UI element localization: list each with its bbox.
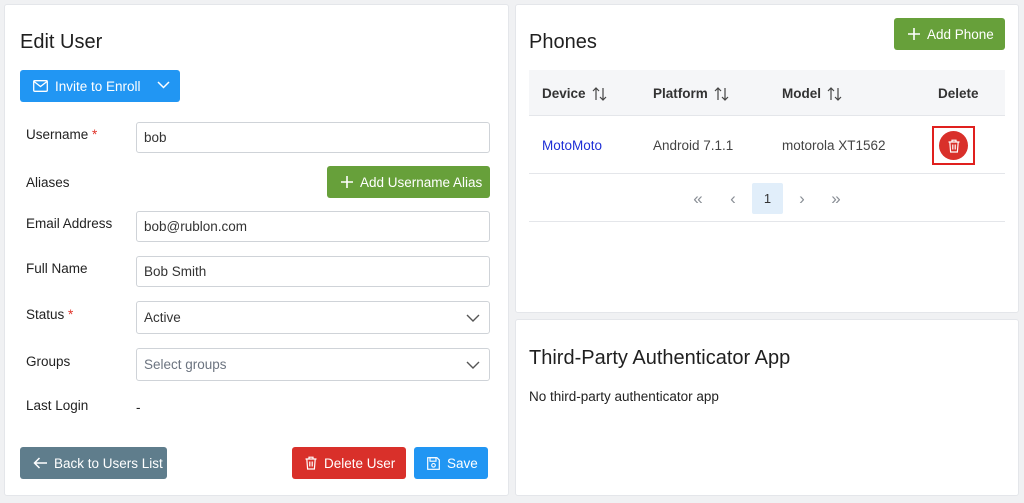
required-marker: * [92, 127, 98, 142]
save-button[interactable]: Save [414, 447, 488, 479]
groups-label: Groups [26, 354, 71, 369]
column-header-model[interactable]: Model [782, 86, 842, 101]
delete-user-button[interactable]: Delete User [292, 447, 406, 479]
status-select[interactable]: Active [136, 301, 490, 334]
envelope-icon [33, 80, 48, 92]
platform-cell: Android 7.1.1 [653, 138, 734, 153]
arrow-left-icon [33, 457, 48, 469]
invite-to-enroll-button[interactable]: Invite to Enroll [20, 70, 180, 102]
column-header-device[interactable]: Device [542, 86, 607, 101]
divider [529, 221, 1005, 222]
sort-icon [714, 86, 729, 101]
plus-icon [340, 175, 354, 189]
phones-title: Phones [529, 31, 597, 53]
last-login-value: - [136, 400, 141, 415]
phones-panel: Phones Add Phone Device Platform Model D… [515, 4, 1019, 313]
third-party-empty-text: No third-party authenticator app [529, 389, 719, 404]
plus-icon [907, 27, 921, 41]
username-label: Username * [26, 127, 98, 142]
save-icon [427, 456, 440, 470]
column-header-platform[interactable]: Platform [653, 86, 729, 101]
column-header-delete: Delete [938, 86, 979, 101]
pagination-page-1[interactable]: 1 [752, 183, 783, 214]
edit-user-panel: Edit User Invite to Enroll Username * bo… [4, 4, 509, 496]
sort-icon [827, 86, 842, 101]
add-username-alias-label: Add Username Alias [360, 174, 483, 190]
third-party-title: Third-Party Authenticator App [529, 347, 791, 369]
email-label: Email Address [26, 216, 113, 231]
status-label: Status * [26, 307, 74, 322]
third-party-panel: Third-Party Authenticator App No third-p… [515, 319, 1019, 496]
back-to-users-list-label: Back to Users List [54, 455, 163, 471]
delete-user-label: Delete User [324, 455, 396, 471]
pagination-last[interactable]: » [822, 184, 850, 214]
add-phone-button[interactable]: Add Phone [894, 18, 1005, 50]
pagination-prev[interactable]: ‹ [719, 184, 747, 214]
pagination-first[interactable]: « [684, 184, 712, 214]
groups-select[interactable]: Select groups [136, 348, 490, 381]
last-login-label: Last Login [26, 398, 89, 413]
trash-icon [305, 456, 317, 470]
sort-icon [592, 86, 607, 101]
fullname-field[interactable]: Bob Smith [136, 256, 490, 287]
back-to-users-list-button[interactable]: Back to Users List [20, 447, 167, 479]
chevron-down-icon [466, 310, 480, 325]
device-link[interactable]: MotoMoto [542, 138, 602, 153]
add-phone-label: Add Phone [927, 26, 994, 42]
model-cell: motorola XT1562 [782, 138, 886, 153]
save-label: Save [447, 455, 478, 471]
trash-icon [948, 139, 960, 153]
add-username-alias-button[interactable]: Add Username Alias [327, 166, 490, 198]
fullname-label: Full Name [26, 261, 88, 276]
aliases-label: Aliases [26, 175, 70, 190]
pagination-next[interactable]: › [788, 184, 816, 214]
email-field[interactable]: bob@rublon.com [136, 211, 490, 242]
page-title: Edit User [20, 31, 103, 53]
delete-phone-button[interactable] [932, 126, 975, 165]
invite-to-enroll-label: Invite to Enroll [55, 78, 141, 94]
username-field[interactable]: bob [136, 122, 490, 153]
chevron-down-icon [466, 357, 480, 372]
chevron-down-icon[interactable] [157, 80, 170, 90]
required-marker: * [68, 307, 74, 322]
